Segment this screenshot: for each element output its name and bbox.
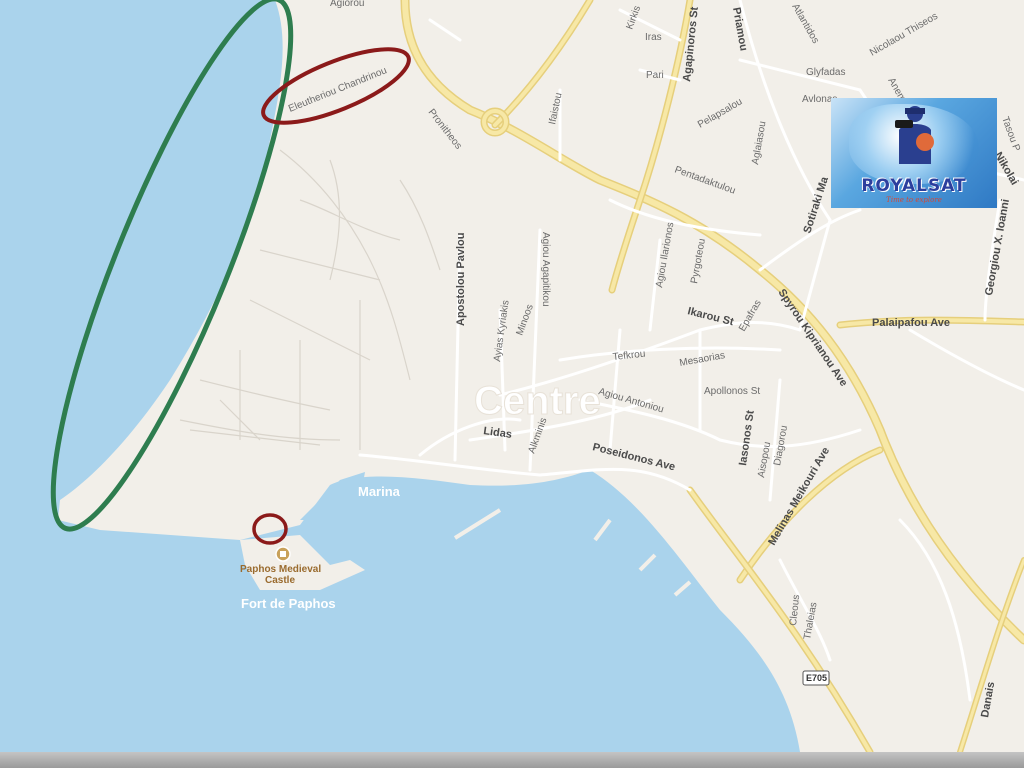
street-label-pyrgoteou: Pyrgoteou bbox=[689, 238, 708, 285]
area-label-centre: Centre bbox=[474, 379, 601, 423]
street-label-minoos: Minoos bbox=[514, 303, 535, 337]
logo-title: ROYALSAT bbox=[861, 176, 967, 196]
street-label-mesaorias: Mesaorias bbox=[679, 350, 726, 369]
street-label-agiou-agapitikou: Agiou Agapitikou bbox=[540, 232, 551, 307]
street-label-glyfadas: Glyfadas bbox=[806, 67, 845, 78]
logo-tagline: Time to explore bbox=[886, 196, 942, 204]
street-label-tasou: Tasou P bbox=[999, 115, 1022, 153]
castle-label-line2[interactable]: Castle bbox=[265, 575, 295, 586]
highway-shield-e705: E705 bbox=[802, 670, 830, 686]
fort-label: Fort de Paphos bbox=[241, 596, 336, 611]
street-label-pelapsalou: Pelapsalou bbox=[696, 96, 744, 130]
street-label-priamou: Priamou bbox=[730, 6, 749, 51]
street-label-aglaiasou: Aglaiasou bbox=[750, 120, 768, 165]
svg-text:E705: E705 bbox=[806, 673, 827, 683]
street-label-iasonos: Iasonos St bbox=[737, 409, 757, 466]
street-label-cleous: Cleous bbox=[788, 594, 802, 626]
street-label-pronitheos: Pronitheos bbox=[426, 107, 464, 151]
castle-icon[interactable] bbox=[275, 546, 291, 562]
sea-area bbox=[0, 0, 800, 752]
street-label-epafras: Epafras bbox=[737, 298, 764, 333]
street-label-georgiou: Georgiou X. Ioanni bbox=[983, 198, 1012, 296]
street-label-ifaistou: Ifaistou bbox=[547, 92, 564, 126]
marina-label: Marina bbox=[358, 484, 401, 499]
street-label-agiorou: Agiorou bbox=[330, 0, 364, 9]
map-canvas[interactable]: Centre Marina Fort de Paphos Paphos Medi… bbox=[0, 0, 1024, 768]
street-label-pari: Pari bbox=[646, 70, 664, 81]
street-label-nicolaou-thiseos: Nicolaou Thiseos bbox=[868, 11, 940, 59]
street-label-ayias-kyriakis: Ayias Kyriakis bbox=[492, 299, 512, 362]
street-label-pentadaktulou: Pentadaktulou bbox=[673, 164, 737, 196]
street-label-atlantidos: Atlantidos bbox=[789, 2, 820, 46]
street-label-eleutheriou: Eleutheriou Chandrinou bbox=[287, 65, 389, 115]
street-label-palaipafou: Palaipafou Ave bbox=[872, 317, 950, 329]
street-label-iras: Iras bbox=[645, 32, 662, 43]
street-label-kirkis: Kirkis bbox=[624, 4, 643, 31]
street-label-spyrou-kiprianou: Spyrou Kiprianou Ave bbox=[776, 287, 850, 389]
street-label-tefkrou: Tefkrou bbox=[612, 349, 646, 363]
castle-label-line1[interactable]: Paphos Medieval bbox=[240, 564, 321, 575]
photographer-icon bbox=[895, 106, 934, 164]
bottom-edge-bar bbox=[0, 752, 1024, 768]
street-label-apollonos: Apollonos St bbox=[704, 386, 760, 397]
street-label-ikarou: Ikarou St bbox=[686, 305, 735, 328]
royalsat-logo: ROYALSAT Time to explore bbox=[831, 98, 997, 208]
street-label-apostolou-pavlou: Apostolou Pavlou bbox=[455, 233, 467, 327]
